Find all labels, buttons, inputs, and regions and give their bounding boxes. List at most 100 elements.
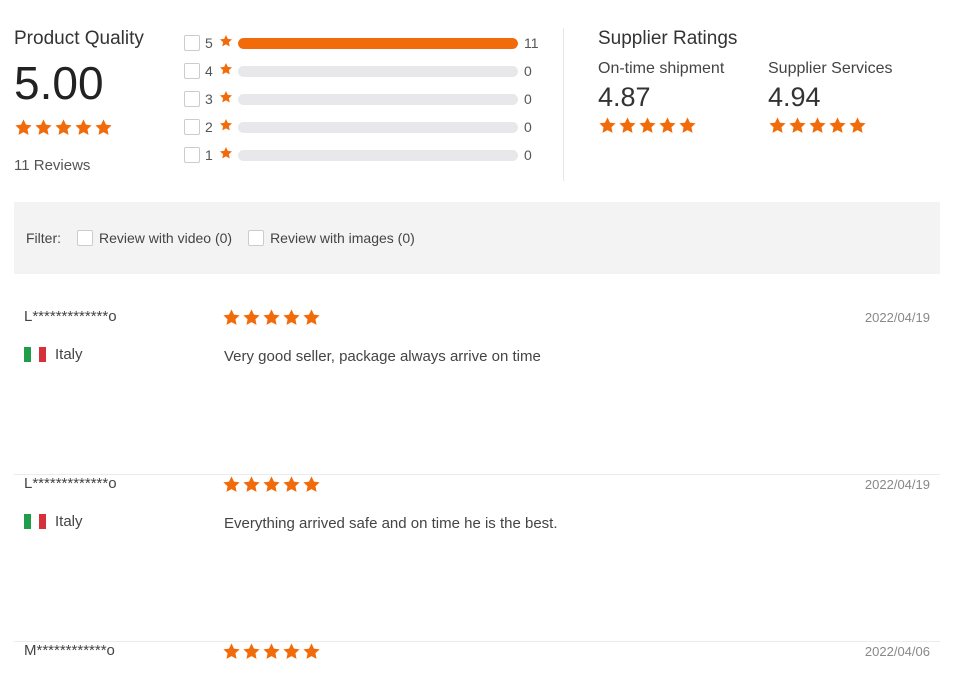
star-icon — [222, 475, 241, 494]
rating-checkbox[interactable] — [184, 91, 200, 107]
review-count: 11 Reviews — [14, 157, 91, 174]
rating-count: 0 — [524, 147, 532, 163]
rating-checkbox[interactable] — [184, 63, 200, 79]
star-icon — [262, 642, 281, 661]
review-item: L*************o Italy 2022/04/19 Very go… — [14, 308, 940, 475]
star-icon — [14, 118, 33, 137]
star-icon — [94, 118, 113, 137]
rating-number: 5 — [205, 35, 213, 51]
star-icon — [219, 34, 233, 48]
rating-bar — [238, 121, 518, 133]
rating-count: 0 — [524, 63, 532, 79]
vertical-divider — [563, 28, 564, 181]
star-icon — [768, 116, 787, 135]
filter-label: Filter: — [26, 230, 61, 246]
star-icon — [219, 118, 233, 137]
star-icon — [219, 90, 233, 109]
star-icon — [638, 116, 657, 135]
supplier-ratings: Supplier Ratings On-time shipment 4.87 S… — [598, 28, 938, 135]
star-icon — [242, 308, 261, 327]
review-date: 2022/04/06 — [864, 644, 930, 659]
star-icon — [788, 116, 807, 135]
star-icon — [282, 475, 301, 494]
star-icon — [74, 118, 93, 137]
rating-row-5[interactable]: 5 11 — [184, 29, 544, 57]
supplier-metric-services: Supplier Services 4.94 — [768, 60, 938, 135]
reviewer-country: Italy — [24, 513, 83, 530]
product-quality-score: 5.00 — [14, 57, 104, 109]
reviewer-name: L*************o — [24, 308, 117, 325]
filter-video-checkbox[interactable] — [77, 230, 93, 246]
rating-number: 4 — [205, 63, 213, 79]
star-icon — [219, 90, 233, 104]
reviewer-country: Italy — [24, 346, 83, 363]
rating-checkbox[interactable] — [184, 35, 200, 51]
product-quality-summary: Product Quality 5.00 11 Reviews — [14, 28, 174, 174]
filter-images-label: Review with images (0) — [270, 230, 415, 246]
star-icon — [282, 642, 301, 661]
rating-count: 0 — [524, 119, 532, 135]
reviewer-name: L*************o — [24, 475, 117, 492]
star-icon — [219, 62, 233, 76]
rating-bar — [238, 37, 518, 49]
rating-bar — [238, 93, 518, 105]
rating-distribution: 5 11 4 0 3 0 2 0 1 0 — [184, 29, 544, 169]
metric-label: Supplier Services — [768, 60, 893, 77]
supplier-metric-shipment: On-time shipment 4.87 — [598, 60, 768, 135]
metric-value: 4.94 — [768, 82, 821, 112]
rating-row-4[interactable]: 4 0 — [184, 57, 544, 85]
review-stars — [222, 475, 321, 494]
italy-flag-icon — [24, 347, 46, 362]
review-item: L*************o Italy 2022/04/19 Everyth… — [14, 475, 940, 642]
star-icon — [219, 118, 233, 132]
rating-number: 1 — [205, 147, 213, 163]
filter-bar: Filter: Review with video (0) Review wit… — [14, 202, 940, 274]
rating-count: 0 — [524, 91, 532, 107]
rating-checkbox[interactable] — [184, 119, 200, 135]
review-date: 2022/04/19 — [864, 310, 930, 325]
star-icon — [34, 118, 53, 137]
star-icon — [54, 118, 73, 137]
rating-row-3[interactable]: 3 0 — [184, 85, 544, 113]
rating-row-1[interactable]: 1 0 — [184, 141, 544, 169]
filter-images-option[interactable]: Review with images (0) — [248, 230, 415, 246]
star-icon — [678, 116, 697, 135]
star-icon — [242, 642, 261, 661]
rating-bar-fill — [238, 37, 518, 49]
star-icon — [262, 475, 281, 494]
review-stars — [222, 308, 321, 327]
star-icon — [618, 116, 637, 135]
product-quality-title: Product Quality — [14, 28, 144, 49]
star-icon — [219, 34, 233, 53]
country-name: Italy — [55, 346, 83, 363]
review-item: M************o 2022/04/06 — [14, 642, 940, 677]
metric-value: 4.87 — [598, 82, 651, 112]
reviewer-name: M************o — [24, 642, 115, 659]
star-icon — [282, 308, 301, 327]
rating-number: 3 — [205, 91, 213, 107]
rating-bar — [238, 149, 518, 161]
filter-images-checkbox[interactable] — [248, 230, 265, 246]
filter-video-option[interactable]: Review with video (0) — [77, 230, 232, 246]
country-name: Italy — [55, 513, 83, 530]
star-icon — [242, 475, 261, 494]
star-icon — [658, 116, 677, 135]
star-icon — [828, 116, 847, 135]
review-text: Very good seller, package always arrive … — [224, 348, 541, 365]
rating-bar — [238, 65, 518, 77]
metric-stars — [768, 116, 938, 135]
rating-checkbox[interactable] — [184, 147, 200, 163]
rating-number: 2 — [205, 119, 213, 135]
star-icon — [222, 642, 241, 661]
rating-count: 11 — [524, 35, 539, 51]
product-quality-stars — [14, 118, 174, 137]
star-icon — [848, 116, 867, 135]
rating-row-2[interactable]: 2 0 — [184, 113, 544, 141]
star-icon — [219, 62, 233, 81]
metric-label: On-time shipment — [598, 60, 725, 77]
star-icon — [302, 475, 321, 494]
filter-video-label: Review with video (0) — [99, 230, 233, 246]
star-icon — [808, 116, 827, 135]
star-icon — [262, 308, 281, 327]
star-icon — [598, 116, 617, 135]
